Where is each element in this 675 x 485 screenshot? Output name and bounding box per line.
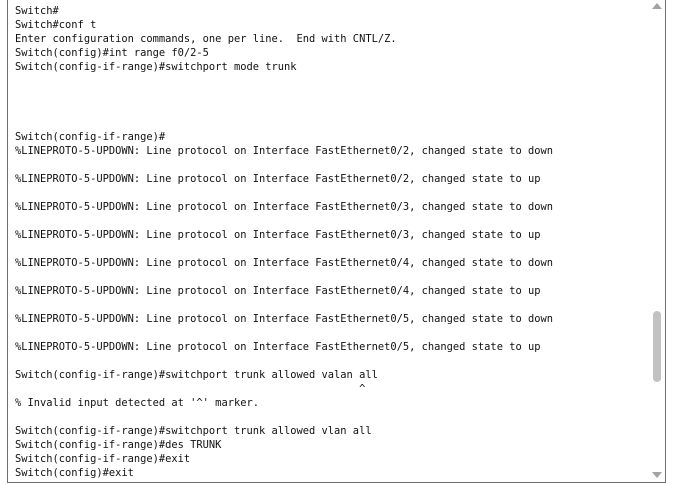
vertical-scrollbar[interactable] [649,0,665,482]
terminal-line: Switch# [15,5,59,17]
terminal-line: Switch(config)#exit [15,467,134,479]
terminal-line: Switch(config-if-range)#switchport mode … [15,61,297,73]
terminal-line: Switch(config-if-range)#switchport trunk… [15,369,378,381]
terminal-line: %LINEPROTO-5-UPDOWN: Line protocol on In… [15,145,553,157]
terminal-line: %LINEPROTO-5-UPDOWN: Line protocol on In… [15,201,553,213]
terminal-line: % Invalid input detected at '^' marker. [15,397,259,409]
terminal-line: Switch(config-if-range)#des TRUNK [15,439,222,451]
terminal-line: %LINEPROTO-5-UPDOWN: Line protocol on In… [15,229,541,241]
terminal-line: %LINEPROTO-5-UPDOWN: Line protocol on In… [15,341,541,353]
terminal-line: Switch(config-if-range)# [15,131,166,143]
terminal-line: Switch(config-if-range)#switchport trunk… [15,425,372,437]
terminal-line: %LINEPROTO-5-UPDOWN: Line protocol on In… [15,173,541,185]
terminal-frame: Switch# Switch#conf t Enter configuration … [7,0,666,483]
terminal-line: Switch(config)#int range f0/2-5 [15,47,209,59]
scroll-up-icon[interactable] [652,3,662,9]
terminal-line: %LINEPROTO-5-UPDOWN: Line protocol on In… [15,257,553,269]
terminal-line: Switch#conf t [15,19,97,31]
terminal-line: %LINEPROTO-5-UPDOWN: Line protocol on In… [15,285,541,297]
terminal-line: %LINEPROTO-5-UPDOWN: Line protocol on In… [15,313,553,325]
scroll-down-icon[interactable] [652,472,662,478]
terminal-output[interactable]: Switch# Switch#conf t Enter configuration … [15,4,645,480]
scrollbar-thumb[interactable] [653,311,661,382]
terminal-line: Enter configuration commands, one per li… [15,33,397,45]
terminal-line: ^ [15,383,366,395]
terminal-line: Switch(config-if-range)#exit [15,453,191,465]
cli-window: Switch# Switch#conf t Enter configuration … [0,0,675,485]
